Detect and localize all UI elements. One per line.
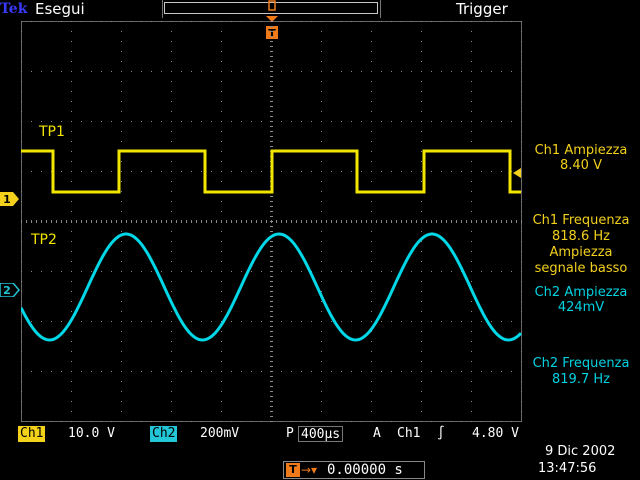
ch1-ground-marker[interactable]: 1 xyxy=(0,192,20,206)
statusbar-trigger-level: 4.80 V xyxy=(472,426,519,441)
ch1-square-wave-trace xyxy=(21,149,521,194)
record-window-right xyxy=(380,0,448,18)
trigger-slope-icon: ∫ xyxy=(437,426,445,441)
trigger-position-value: 0.00000 s xyxy=(327,462,403,478)
record-window-left xyxy=(95,0,163,18)
ch1-amplitude-title: Ch1 Ampiezza xyxy=(534,143,628,158)
ch1-frequency-value: 818.6 Hz xyxy=(552,229,610,244)
ch2-frequency-value: 819.7 Hz xyxy=(552,372,610,387)
ch2-frequency-title: Ch2 Frequenza xyxy=(532,356,630,371)
statusbar-trigger-label: A xyxy=(373,426,381,441)
trigger-top-outline xyxy=(268,0,276,11)
statusbar-ch2-label[interactable]: Ch2 xyxy=(150,426,178,442)
ch2-marker-number: 2 xyxy=(3,284,11,297)
run-state-label[interactable]: Esegui xyxy=(35,0,85,18)
statusbar-timebase-label: P xyxy=(286,426,294,441)
trigger-level-arrow-icon xyxy=(513,168,521,178)
tp2-label: TP2 xyxy=(30,232,57,248)
ch1-amplitude-value: 8.40 V xyxy=(560,158,602,173)
trigger-mode-label[interactable]: Trigger xyxy=(456,0,508,18)
graticule: TP1 TP2 xyxy=(21,21,522,422)
statusbar-trigger-source[interactable]: Ch1 xyxy=(397,426,420,442)
ch2-amplitude-value: 424mV xyxy=(557,300,605,315)
statusbar-ch1-scale: 10.0 V xyxy=(68,426,115,441)
ch1-marker-number: 1 xyxy=(3,193,11,206)
ch1-frequency-note-line1: Ampiezza xyxy=(549,245,613,260)
grid-dots xyxy=(21,21,522,422)
brand-logo: Tek xyxy=(0,1,28,17)
ch2-ground-marker[interactable]: 2 xyxy=(0,283,20,297)
ch1-frequency-title: Ch1 Frequenza xyxy=(532,213,630,228)
ch1-frequency-note-line2: segnale basso xyxy=(534,261,628,276)
date-display: 9 Dic 2002 xyxy=(545,444,616,459)
statusbar-ch1-label[interactable]: Ch1 xyxy=(18,426,46,442)
trigger-position-arrow-icon: →▾ xyxy=(301,463,318,477)
tp1-label: TP1 xyxy=(38,124,65,140)
trigger-position-icon: T xyxy=(286,463,300,477)
ch2-amplitude-title: Ch2 Ampiezza xyxy=(534,285,628,300)
trigger-level-marker[interactable] xyxy=(511,168,521,178)
statusbar-ch2-scale: 200mV xyxy=(200,426,240,441)
statusbar-timebase-value[interactable]: 400µs xyxy=(298,426,344,442)
time-display: 13:47:56 xyxy=(538,461,597,476)
